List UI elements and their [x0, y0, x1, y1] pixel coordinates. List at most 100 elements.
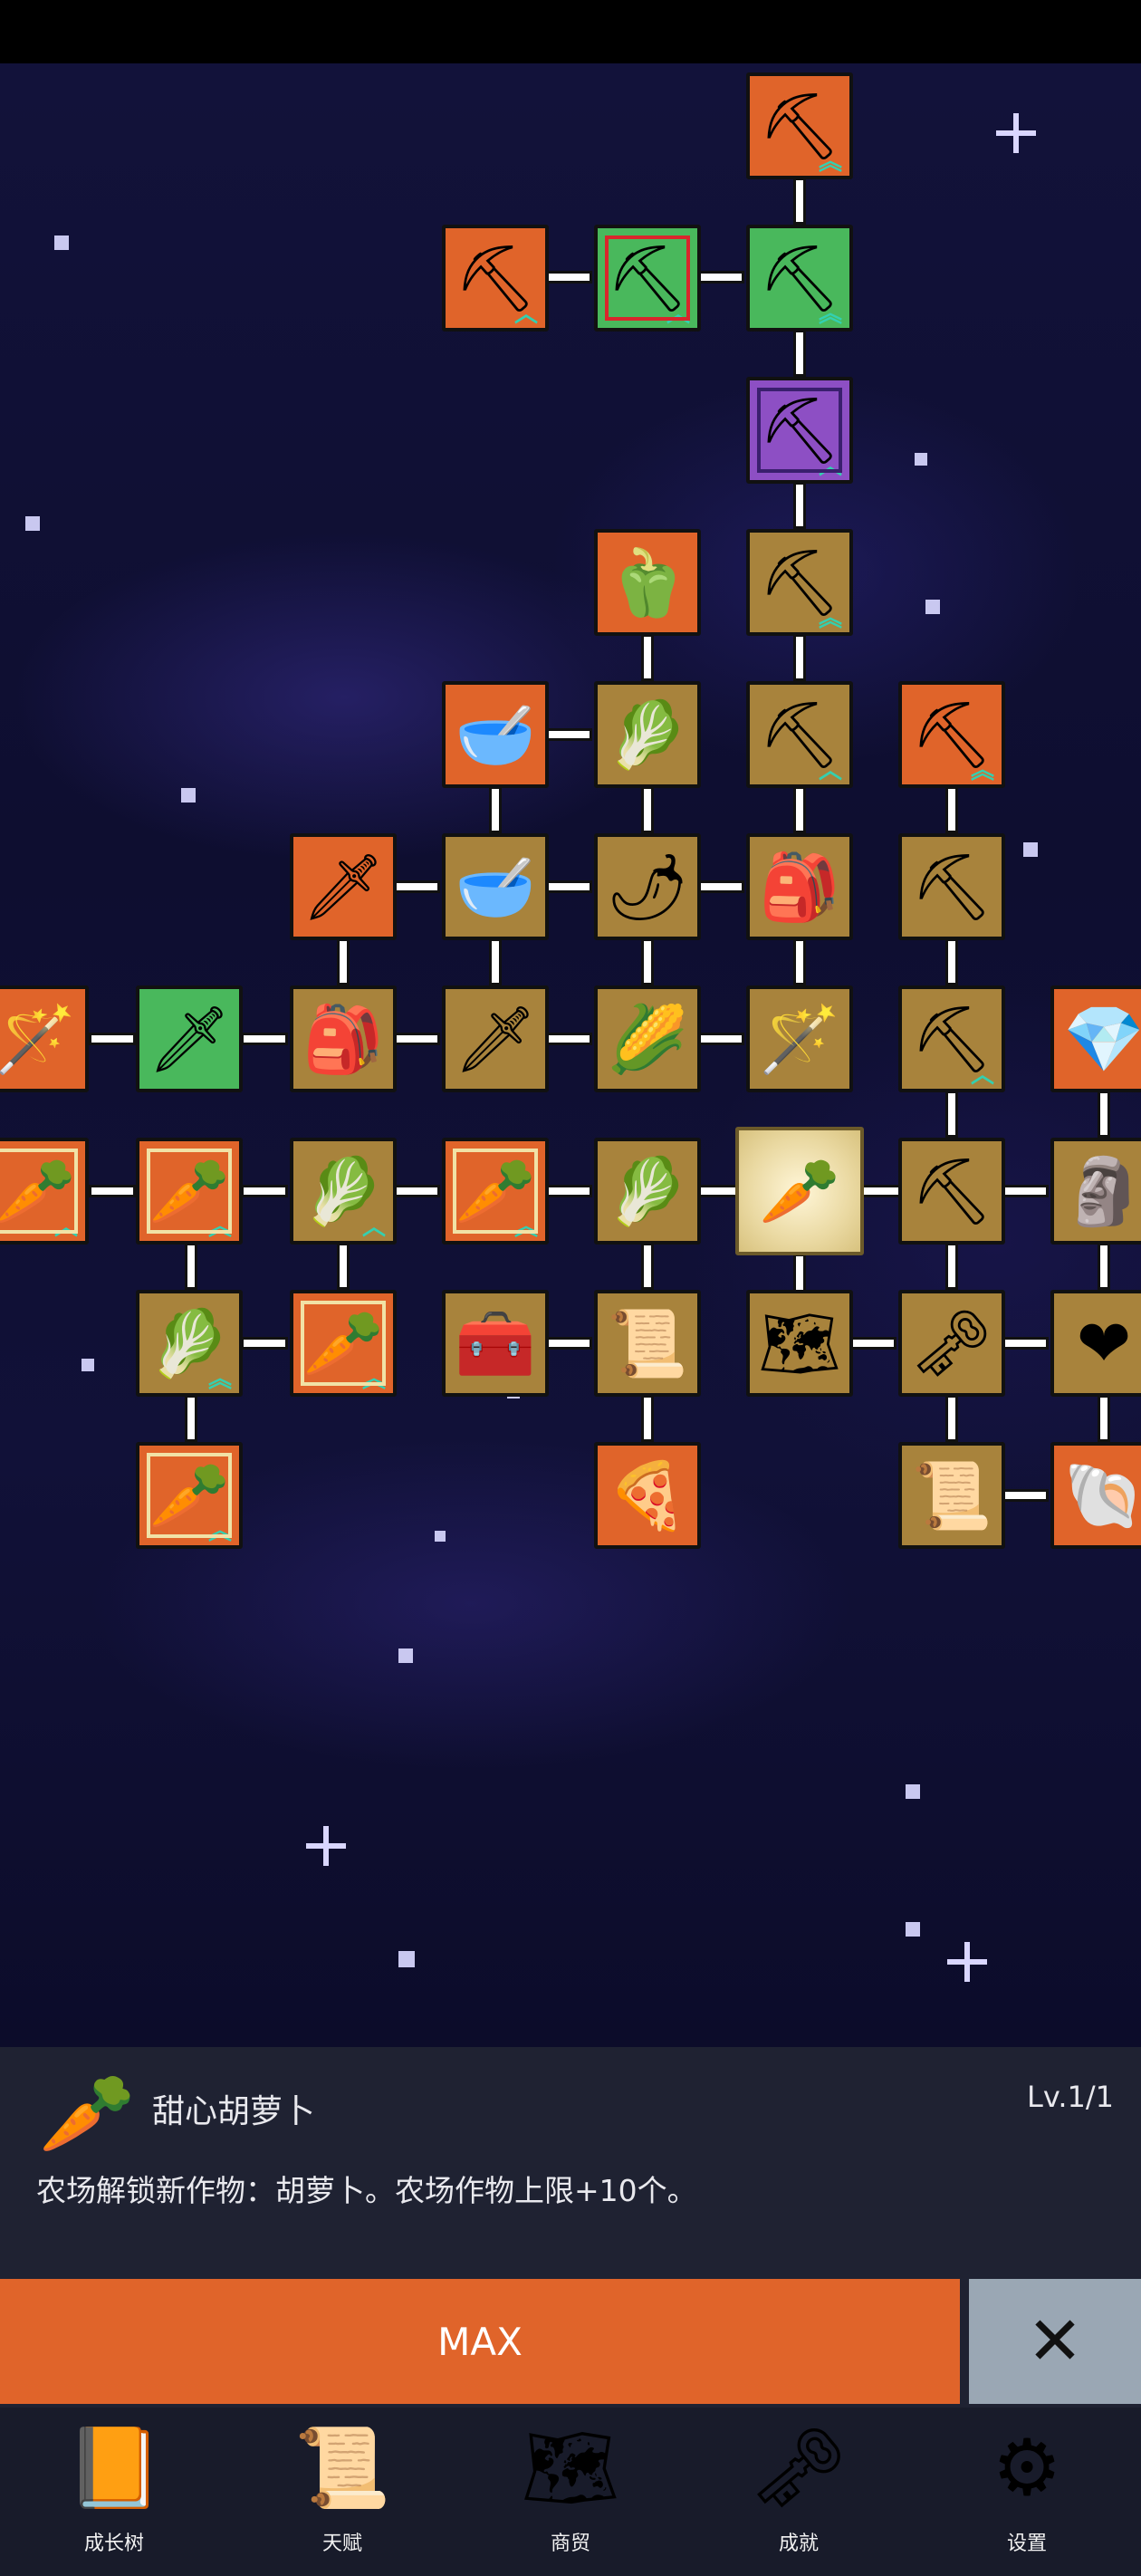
tree-node-heart[interactable]: ❤	[1050, 1290, 1141, 1397]
tree-link	[697, 880, 744, 893]
tree-link	[697, 271, 744, 284]
upgrade-arrows-icon: ︿	[361, 1214, 386, 1242]
tree-link	[185, 1243, 197, 1290]
tree-node-carrot-selected[interactable]: 🥕	[735, 1127, 864, 1255]
upgrade-arrows-icon: ︽	[361, 1366, 386, 1394]
nav-label: 天赋	[321, 2533, 362, 2555]
tree-node-statue[interactable]: 🗿	[1050, 1138, 1141, 1245]
tree-node-sword[interactable]: 🗡	[290, 833, 397, 940]
tree-link	[793, 938, 806, 985]
tree-node-bowl[interactable]: 🥣	[442, 681, 549, 788]
tree-link	[337, 1243, 350, 1290]
tree-node-shovel[interactable]: ⛏ ︽	[746, 72, 853, 179]
tree-link	[1098, 1395, 1110, 1442]
tree-node-radish[interactable]: 🥬	[594, 681, 701, 788]
tree-node-map[interactable]: 🗺	[746, 1290, 853, 1397]
close-button[interactable]: ✕	[969, 2279, 1141, 2404]
tree-node-scroll[interactable]: 📜	[594, 1290, 701, 1397]
tree-node-sword[interactable]: 🗡	[136, 985, 243, 1092]
tree-node-scroll[interactable]: 📜	[898, 1442, 1005, 1549]
tree-node-carrot[interactable]: 🥕 ︽	[136, 1442, 243, 1549]
cabbage-icon: 🥬	[607, 1153, 688, 1229]
tree-node-cabbage[interactable]: 🥬 ︿	[290, 1138, 397, 1245]
chili-icon: 🌶	[606, 849, 689, 925]
max-button[interactable]: MAX	[0, 2279, 960, 2404]
tree-link	[241, 1033, 288, 1045]
upgrade-arrows-icon: ︿	[818, 453, 842, 481]
tree-node-corn[interactable]: 🌽	[594, 985, 701, 1092]
tree-link	[545, 1033, 592, 1045]
tree-node-key[interactable]: 🗝	[898, 1290, 1005, 1397]
tree-link	[697, 1033, 744, 1045]
tree-node-shovel[interactable]: ⛏ ︿	[442, 225, 549, 332]
bowl-icon: 🥣	[455, 849, 536, 925]
carrot-icon: 🥕	[149, 1153, 230, 1229]
tree-node-fossil[interactable]: 🐚	[1050, 1442, 1141, 1549]
pizza-icon: 🍕	[607, 1457, 688, 1533]
tree-node-chili[interactable]: 🌶	[594, 833, 701, 940]
tree-link	[1098, 1091, 1110, 1138]
tree-node-pizza[interactable]: 🍕	[594, 1442, 701, 1549]
shovel-icon: ⛏	[606, 240, 689, 316]
nav-achievements[interactable]: 🗝 成就	[685, 2408, 913, 2576]
upgrade-arrows-icon: ︿	[53, 1214, 78, 1242]
tree-node-carrot[interactable]: 🥕 ︽	[290, 1290, 397, 1397]
nav-growth-tree[interactable]: 📙 成长树	[0, 2408, 228, 2576]
upgrade-arrows-icon: ︽	[818, 301, 842, 329]
item-title: 甜心胡萝卜	[152, 2093, 316, 2130]
sword-icon: 🗡	[148, 1001, 231, 1077]
tree-node-bowl[interactable]: 🥣	[442, 833, 549, 940]
tree-node-pickaxe[interactable]: ⛏	[898, 833, 1005, 940]
tree-link	[545, 728, 592, 741]
tree-node-backpack[interactable]: 🎒	[746, 833, 853, 940]
nav-trade[interactable]: 🗺 商贸	[456, 2408, 685, 2576]
carrot-icon: 🥕	[38, 2069, 136, 2159]
close-icon: ✕	[1026, 2302, 1083, 2380]
star	[906, 1922, 920, 1937]
tree-node-carrot[interactable]: 🥕 ︽	[136, 1138, 243, 1245]
shovel-icon: ⛏	[758, 392, 841, 468]
tree-node-shovel[interactable]: ⛏ ︿	[594, 225, 701, 332]
tree-node-cabbage[interactable]: 🥬	[594, 1138, 701, 1245]
heart-icon: ❤	[1076, 1305, 1132, 1381]
tree-node-staff[interactable]: 🪄	[746, 985, 853, 1092]
map-icon: 🗺	[521, 2423, 620, 2514]
tree-node-carrot[interactable]: 🥕 ︽	[442, 1138, 549, 1245]
tree-node-pepper[interactable]: 🫑	[594, 529, 701, 636]
tree-node-shovel[interactable]: ⛏ ︿	[746, 681, 853, 788]
upgrade-arrows-icon: ︿	[818, 757, 842, 785]
tree-link	[793, 330, 806, 377]
tree-link	[849, 1337, 896, 1350]
tree-node-shovel[interactable]: ⛏ ︽	[746, 225, 853, 332]
tree-link	[793, 786, 806, 833]
bowl-icon: 🥣	[455, 697, 536, 773]
pickaxe-icon: ⛏	[910, 1153, 993, 1229]
nav-settings[interactable]: ⚙ 设置	[913, 2408, 1141, 2576]
tree-link	[241, 1185, 288, 1197]
tree-node-pickaxe[interactable]: ⛏ ︽	[898, 681, 1005, 788]
game-screen: ⛏ ︽ ⛏ ︿ ⛏ ︿ ⛏ ︽ ⛏ ︿ 🫑 ⛏ ︽ 🥣 🥬 ⛏ ︿ ⛏ ︽ 🗡 🥣 🌶 🎒 ⛏ …	[0, 0, 1141, 2576]
scroll-icon: 📜	[911, 1457, 992, 1533]
tree-link	[185, 1395, 197, 1442]
tree-link	[1002, 1337, 1049, 1350]
item-description: 农场解锁新作物：胡萝卜。农场作物上限+10个。	[36, 2173, 697, 2208]
tree-node-carrot[interactable]: 🥕 ︿	[0, 1138, 89, 1245]
staff-icon: 🪄	[0, 1001, 76, 1077]
tree-node-pickaxe[interactable]: ⛏	[898, 1138, 1005, 1245]
backpack-icon: 🎒	[302, 1001, 384, 1077]
tree-node-crystal[interactable]: 💎	[1050, 985, 1141, 1092]
tree-node-shovel[interactable]: ⛏ ︽	[746, 529, 853, 636]
tree-node-sword[interactable]: 🗡	[442, 985, 549, 1092]
tree-node-cabbage[interactable]: 🥬 ︽	[136, 1290, 243, 1397]
book-icon: 📙	[65, 2423, 163, 2514]
tree-node-chest[interactable]: 🧰	[442, 1290, 549, 1397]
tree-link	[393, 1185, 440, 1197]
tree-link	[641, 1395, 654, 1442]
tree-node-shovel[interactable]: ⛏ ︿	[746, 377, 853, 484]
tree-link	[641, 786, 654, 833]
carrot-icon: 🥕	[759, 1153, 840, 1229]
nav-talent[interactable]: 📜 天赋	[228, 2408, 456, 2576]
tree-node-backpack[interactable]: 🎒	[290, 985, 397, 1092]
tree-node-pickaxe[interactable]: ⛏ ︿	[898, 985, 1005, 1092]
tree-node-staff[interactable]: 🪄	[0, 985, 89, 1092]
